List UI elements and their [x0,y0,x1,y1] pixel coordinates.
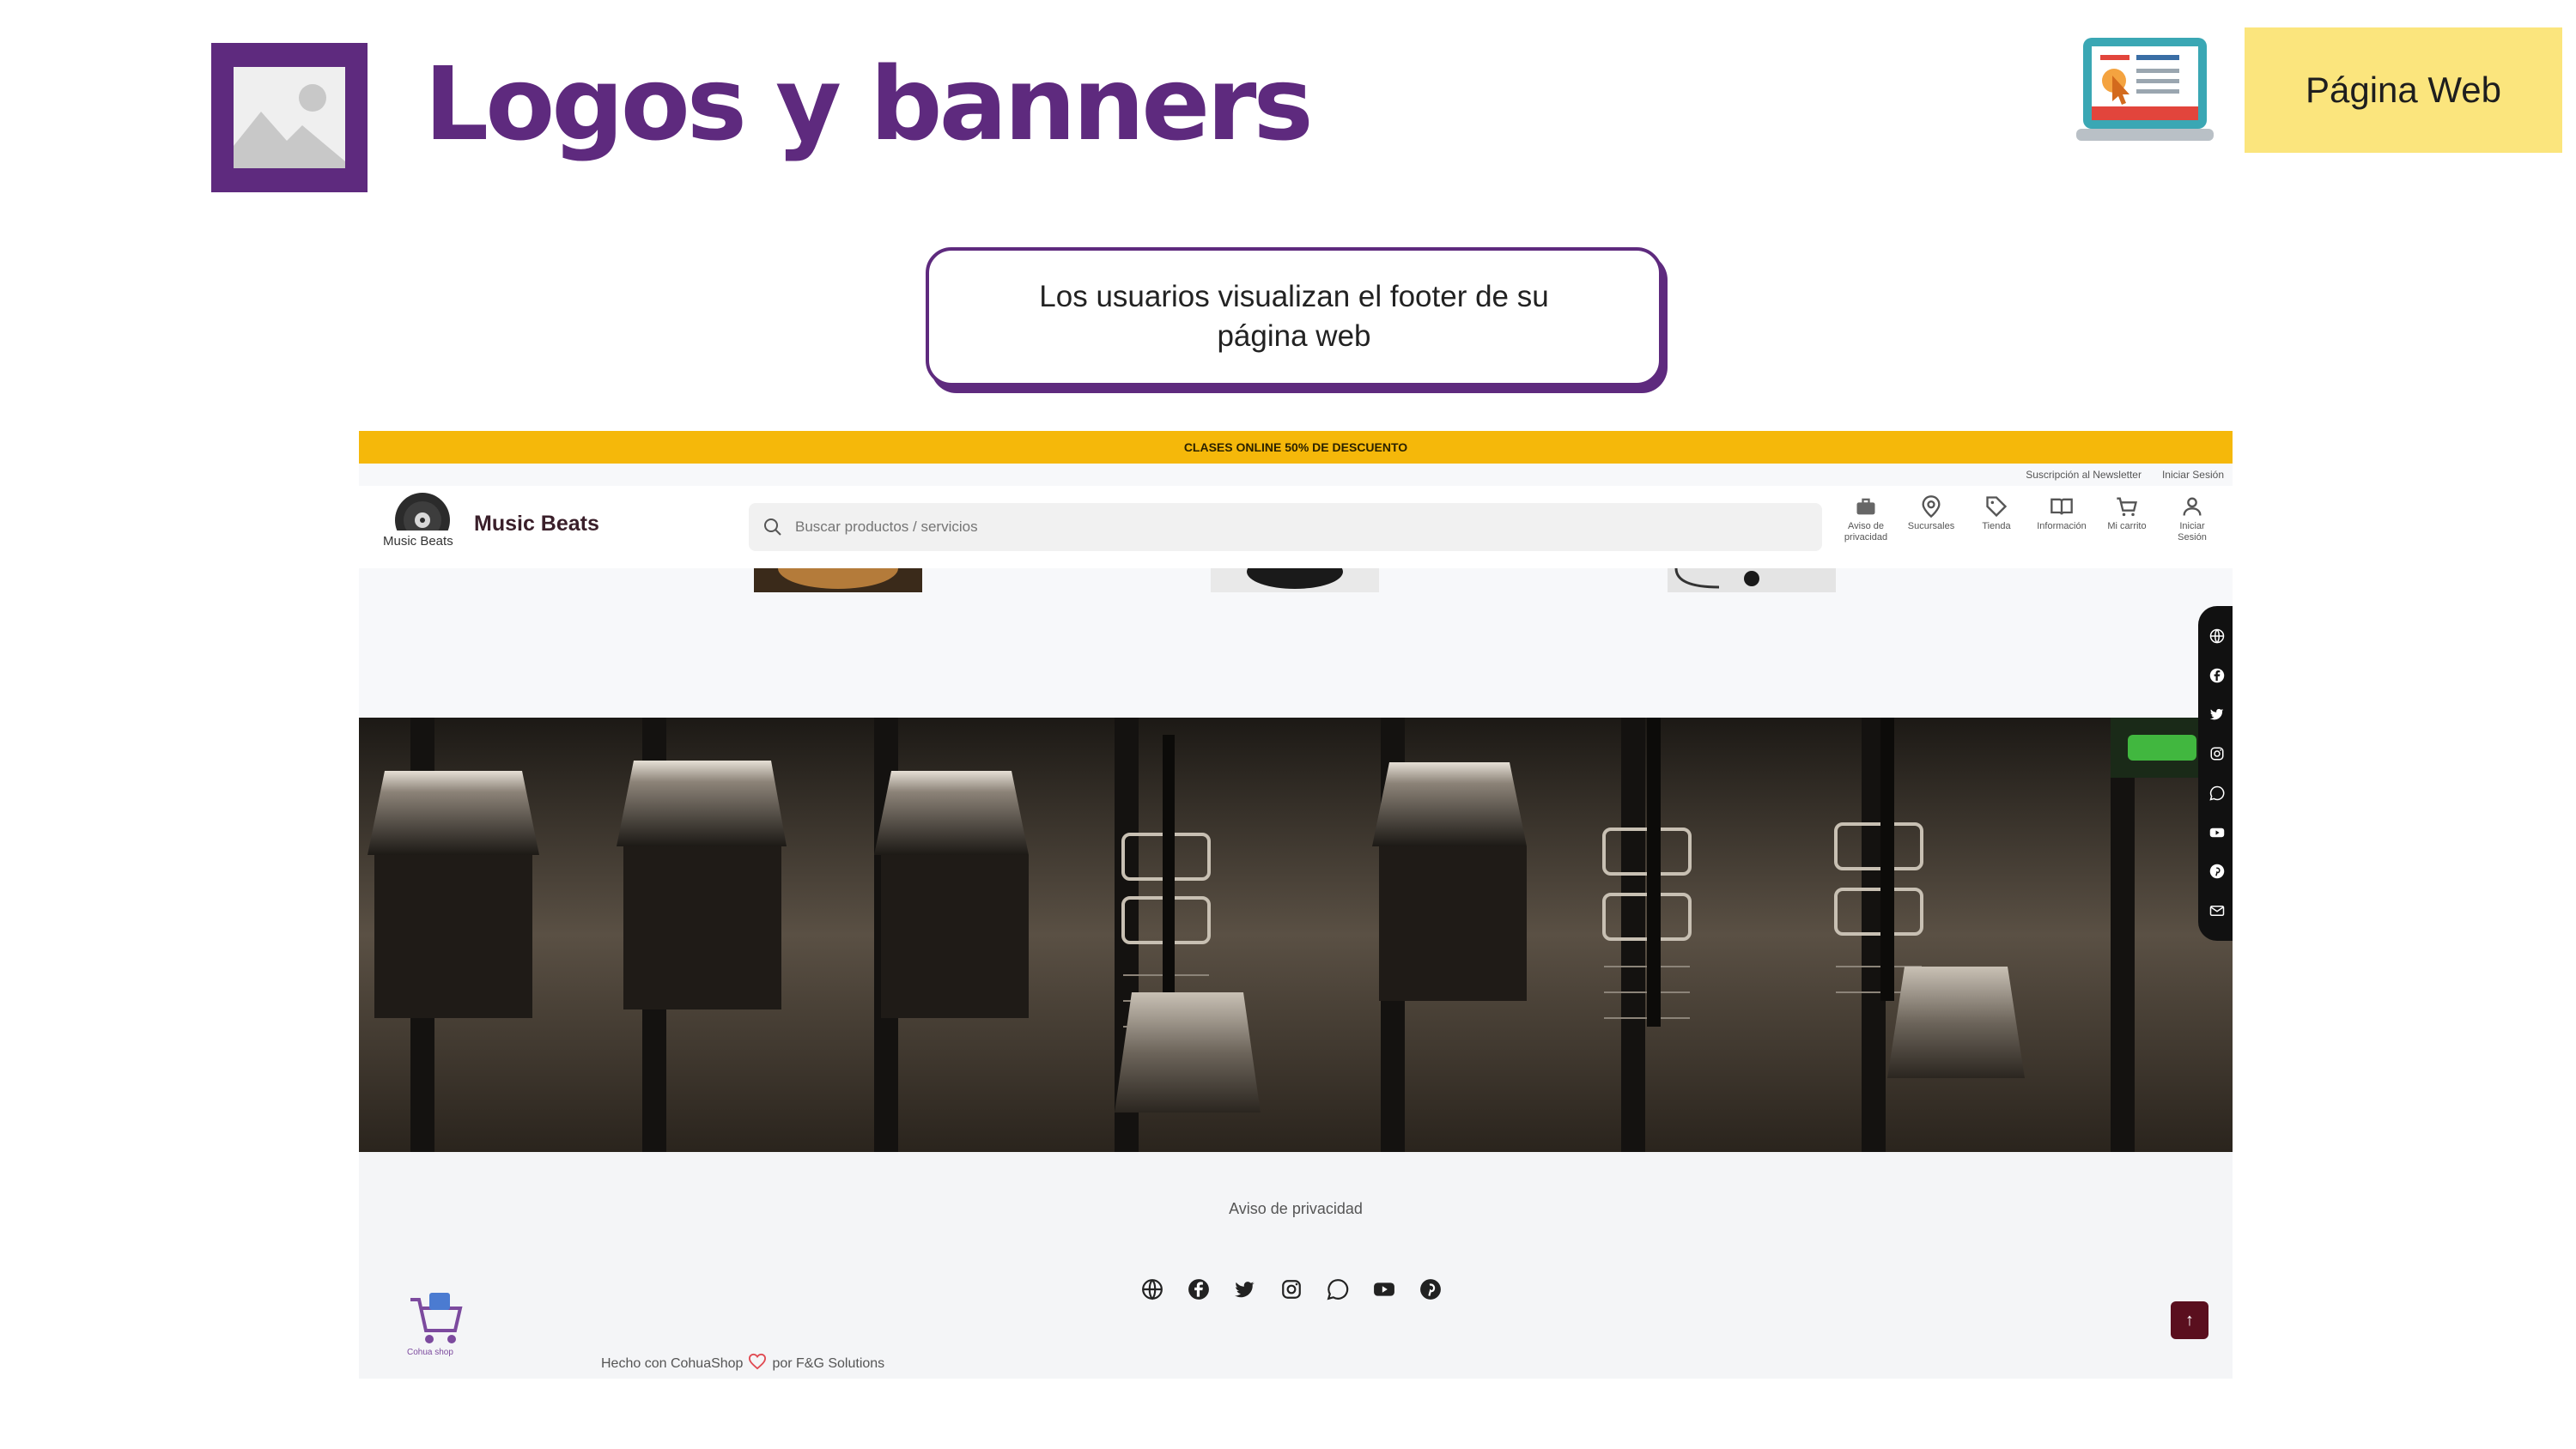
made-suffix[interactable]: por F&G Solutions [772,1356,884,1372]
tag-icon [1986,496,2008,518]
callout-box: Los usuarios visualizan el footer de su … [926,247,1662,386]
mail-icon[interactable] [2208,901,2227,920]
top-links: Suscripción al Newsletter Iniciar Sesión [2026,469,2224,481]
product-image[interactable] [1668,567,1836,592]
social-sidebar [2198,606,2233,941]
newsletter-link[interactable]: Suscripción al Newsletter [2026,469,2142,481]
site-navbar: Music Beats Music Beats Aviso de privaci… [359,486,2233,568]
scroll-to-top-button[interactable]: ↑ [2171,1301,2208,1339]
globe-icon[interactable] [1140,1277,1164,1301]
instagram-icon[interactable] [1279,1277,1303,1301]
nav-item-label: Sucursales [1907,521,1955,531]
logo-text: Music Beats [383,534,453,549]
globe-icon[interactable] [2208,627,2227,646]
search-bar[interactable] [749,503,1822,551]
nav-item-login[interactable]: Iniciar Sesión [2164,494,2221,543]
twitter-icon[interactable] [2208,705,2227,724]
nav-item-info[interactable]: Información [2033,494,2090,543]
promo-bar[interactable]: CLASES ONLINE 50% DE DESCUENTO [359,431,2233,464]
pagina-web-button[interactable]: Página Web [2245,27,2562,153]
nav-item-label: Tienda [1982,521,2011,531]
product-image[interactable] [754,548,922,592]
facebook-icon[interactable] [1187,1277,1211,1301]
mixer-banner-image [359,718,2233,1152]
twitter-icon[interactable] [1233,1277,1257,1301]
footer-social-icons [1140,1277,1443,1301]
brand-name[interactable]: Music Beats [474,512,599,537]
pinterest-icon[interactable] [2208,862,2227,881]
nav-item-label: Mi carrito [2107,521,2147,531]
nav-item-store[interactable]: Tienda [1968,494,2025,543]
user-icon [2183,497,2202,516]
privacy-link[interactable]: Aviso de privacidad [359,1200,2233,1218]
vinyl-logo-icon[interactable] [395,491,450,530]
pinterest-icon[interactable] [1419,1277,1443,1301]
slide-title: Logos y banners [424,45,1314,163]
search-input[interactable] [795,518,1740,536]
login-link[interactable]: Iniciar Sesión [2162,469,2224,481]
laptop-icon [2076,34,2214,146]
briefcase-icon [1856,498,1875,515]
slide: Logos y banners Página Web Los usuarios … [0,0,2576,1449]
product-image[interactable] [1211,555,1379,592]
whatsapp-icon[interactable] [2208,784,2227,803]
nav-item-label: Información [2037,521,2087,531]
cohua-shop-label: Cohua shop [407,1348,453,1357]
product-thumbnails [359,548,2233,592]
instagram-icon[interactable] [2208,744,2227,763]
book-icon [2050,498,2073,515]
nav-icons: Aviso de privacidad Sucursales Tienda In… [1838,494,2221,543]
nav-item-privacy[interactable]: Aviso de privacidad [1838,494,1894,543]
whatsapp-icon[interactable] [1326,1277,1350,1301]
location-pin-icon [1922,495,1941,518]
youtube-icon[interactable] [1372,1277,1396,1301]
nav-item-label: Iniciar Sesión [2178,521,2207,543]
site-footer: Aviso de privacidad Cohua shop Hecho con… [359,1152,2233,1379]
facebook-icon[interactable] [2208,666,2227,685]
nav-item-branches[interactable]: Sucursales [1903,494,1959,543]
made-with-credit: Hecho con CohuaShop por F&G Solutions [601,1353,884,1374]
youtube-icon[interactable] [2208,823,2227,842]
nav-item-cart[interactable]: Mi carrito [2099,494,2155,543]
image-placeholder-icon [211,43,368,192]
search-icon [762,517,783,537]
heart-icon [748,1353,767,1374]
cart-icon [2117,497,2137,517]
nav-item-label: Aviso de privacidad [1844,521,1888,543]
website-screenshot: CLASES ONLINE 50% DE DESCUENTO Suscripci… [359,431,2233,1379]
made-prefix[interactable]: Hecho con CohuaShop [601,1356,743,1372]
